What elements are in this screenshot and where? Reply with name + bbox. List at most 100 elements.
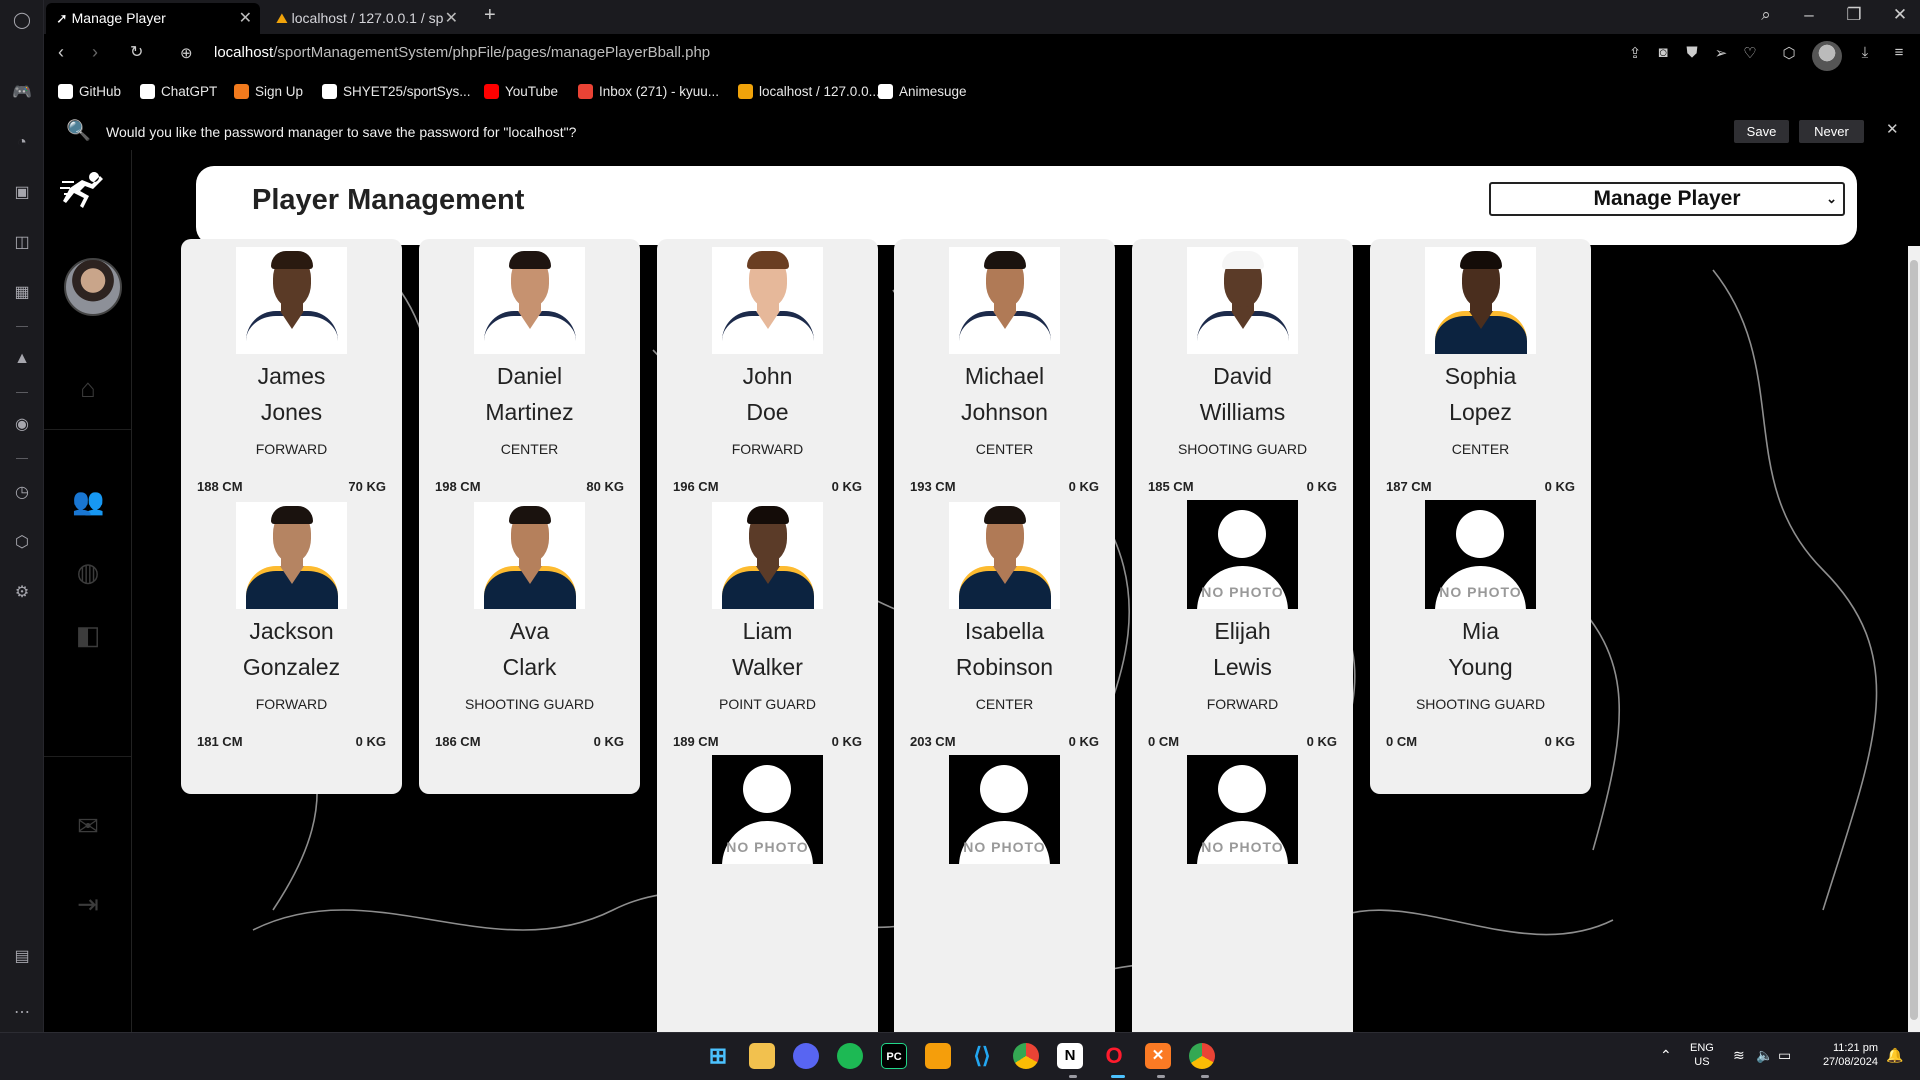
wifi-icon[interactable]: ≋ — [1733, 1047, 1745, 1064]
scroll-thumb[interactable] — [1910, 260, 1918, 1020]
close-icon[interactable]: ✕ — [445, 3, 458, 34]
chrome-icon[interactable] — [1013, 1043, 1039, 1069]
phpmyadmin-icon — [738, 84, 753, 99]
avatar-head-icon — [980, 765, 1028, 813]
clock[interactable]: 11:21 pm 27/08/2024 — [1810, 1041, 1878, 1069]
runner-logo-icon[interactable] — [60, 166, 116, 221]
shield-icon[interactable]: ⛊ — [1683, 44, 1701, 61]
bookmark-item[interactable]: Inbox (271) - kyuu... — [578, 84, 719, 99]
player-card[interactable]: Ava Clark SHOOTING GUARD 186 CM 0 KG — [419, 494, 640, 794]
no-photo-placeholder: NO PHOTO — [1425, 500, 1536, 609]
forward-icon[interactable]: › — [92, 42, 98, 63]
new-tab-icon[interactable]: + — [484, 4, 496, 27]
bookmark-item[interactable]: localhost / 127.0.0... — [738, 84, 880, 99]
player-last-name: Clark — [502, 654, 557, 680]
app-hex-icon[interactable] — [925, 1043, 951, 1069]
twitch-icon[interactable]: ◫ — [12, 233, 32, 253]
home-icon[interactable]: ⌂ — [72, 372, 104, 404]
close-icon[interactable]: ✕ — [239, 3, 252, 34]
profile-avatar[interactable] — [1812, 41, 1842, 71]
players-icon[interactable]: 👥 — [72, 485, 104, 517]
site-info-icon[interactable]: ⊕ — [180, 44, 193, 62]
windows-start-icon[interactable]: ⊞ — [705, 1043, 731, 1069]
close-icon[interactable]: ✕ — [1886, 120, 1899, 138]
player-weight: 0 KG — [1068, 479, 1099, 494]
notification-icon[interactable]: 🔔 — [1886, 1047, 1903, 1064]
logout-icon[interactable]: ⇥ — [72, 888, 104, 920]
player-photo — [236, 502, 347, 609]
no-photo-label: NO PHOTO — [963, 839, 1046, 855]
easy-setup-icon[interactable]: ≡ — [1890, 44, 1908, 61]
opera-icon[interactable]: O — [1101, 1043, 1127, 1069]
player-weight: 70 KG — [348, 479, 386, 494]
bookmark-item[interactable]: ChatGPT — [140, 84, 217, 99]
share-icon[interactable]: ⇪ — [1626, 44, 1644, 62]
bag-icon[interactable]: ▣ — [12, 183, 32, 203]
speed-dial-icon[interactable]: ◔ — [12, 133, 32, 153]
vscode-icon[interactable]: ⟨⟩ — [969, 1043, 995, 1069]
spotify-icon[interactable]: ◉ — [12, 415, 32, 435]
never-button[interactable]: Never — [1799, 120, 1864, 143]
cube-icon[interactable]: ⬡ — [1780, 44, 1798, 62]
send-icon[interactable]: ➢ — [1712, 44, 1730, 62]
player-last-name: Johnson — [961, 399, 1048, 425]
back-icon[interactable]: ‹ — [58, 42, 64, 63]
save-button[interactable]: Save — [1734, 120, 1789, 143]
bookmark-item[interactable]: Sign Up — [234, 84, 303, 99]
layout-icon[interactable]: ◧ — [72, 619, 104, 651]
tab-title: localhost / 127.0.0.1 / sp — [291, 10, 444, 26]
player-last-name: Robinson — [955, 654, 1054, 680]
chevron-down-icon: ⌄ — [1826, 191, 1837, 206]
mail-icon[interactable]: ✉ — [72, 810, 104, 842]
player-card[interactable]: NO PHOTO — [894, 749, 1115, 1032]
download-icon[interactable]: ⤓ — [1856, 44, 1874, 61]
player-card[interactable]: NO PHOTO — [1132, 749, 1353, 1032]
url-field[interactable]: localhost/sportManagementSystem/phpFile/… — [214, 44, 710, 61]
scrollbar[interactable] — [1908, 246, 1920, 1032]
gallery-icon[interactable]: ▤ — [12, 947, 32, 967]
camera-icon[interactable]: ◙ — [1654, 44, 1672, 61]
chevron-up-icon[interactable]: ⌃ — [1660, 1047, 1672, 1064]
pycharm-icon[interactable]: PC — [881, 1043, 907, 1069]
aria-icon[interactable]: ▲ — [12, 349, 32, 369]
bookmark-item[interactable]: SHYET25/sportSys... — [322, 84, 471, 99]
history-icon[interactable]: ◷ — [12, 483, 32, 503]
player-card[interactable]: NO PHOTO — [657, 749, 878, 1032]
close-window-icon[interactable]: ✕ — [1890, 5, 1910, 25]
player-card[interactable]: Jackson Gonzalez FORWARD 181 CM 0 KG — [181, 494, 402, 794]
discord-icon[interactable] — [793, 1043, 819, 1069]
chrome-dev-icon[interactable] — [1189, 1043, 1215, 1069]
bookmark-item[interactable]: YouTube — [484, 84, 558, 99]
tab-manage-player[interactable]: ➚ Manage Player ✕ — [46, 3, 260, 34]
player-card[interactable]: NO PHOTO Mia Young SHOOTING GUARD 0 CM 0 KG — [1370, 494, 1591, 794]
volume-icon[interactable]: 🔈 — [1756, 1047, 1773, 1064]
user-avatar[interactable] — [64, 258, 122, 316]
player-weight: 80 KG — [586, 479, 624, 494]
gaming-icon[interactable]: 🎮 — [12, 83, 32, 103]
language-indicator[interactable]: ENG US — [1690, 1041, 1714, 1069]
more-icon[interactable]: ⋯ — [12, 1003, 32, 1023]
notion-icon[interactable]: N — [1057, 1043, 1083, 1069]
heart-icon[interactable]: ♡ — [1741, 44, 1759, 62]
player-photo — [1187, 247, 1298, 354]
tab-favicon-icon: ➚ — [56, 10, 72, 26]
basketball-icon[interactable]: ◍ — [72, 556, 104, 588]
player-first-name: Michael — [964, 363, 1045, 389]
cube-icon[interactable]: ⬡ — [12, 533, 32, 553]
tab-phpmyadmin[interactable]: ⛰ localhost / 127.0.0.1 / sp ✕ — [266, 3, 466, 34]
chip-icon[interactable]: ▦ — [12, 283, 32, 303]
bookmark-item[interactable]: Animesuge — [878, 84, 967, 99]
reload-icon[interactable]: ↻ — [130, 42, 143, 62]
spotify-icon[interactable] — [837, 1043, 863, 1069]
opera-menu-icon[interactable]: ◯ — [12, 11, 32, 31]
player-first-name: Jackson — [249, 618, 334, 644]
settings-icon[interactable]: ⚙ — [12, 583, 32, 603]
bookmark-item[interactable]: GitHub — [58, 84, 121, 99]
minimize-icon[interactable]: – — [1799, 5, 1819, 25]
restore-icon[interactable]: ❐ — [1844, 5, 1864, 25]
file-explorer-icon[interactable] — [749, 1043, 775, 1069]
battery-icon[interactable]: ▭ — [1778, 1047, 1791, 1064]
search-tabs-icon[interactable]: ⌕ — [1756, 5, 1776, 25]
xampp-icon[interactable]: ✕ — [1145, 1043, 1171, 1069]
manage-select[interactable]: Manage Player ⌄ — [1489, 182, 1845, 216]
